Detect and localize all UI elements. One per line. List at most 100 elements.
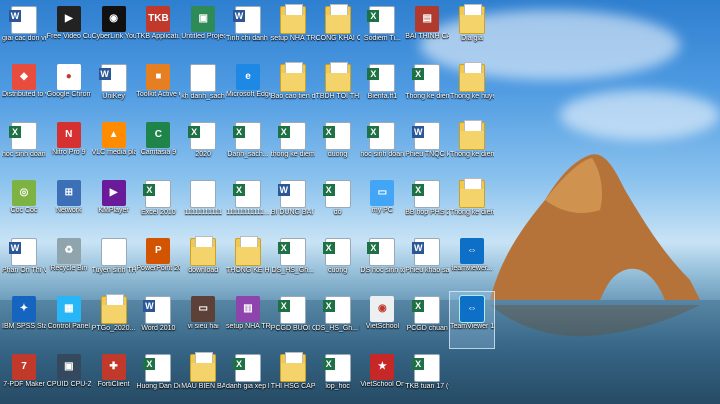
- blank-icon: [100, 238, 127, 266]
- desktop-icon[interactable]: Danh_sach...: [226, 118, 270, 174]
- desktop-icon[interactable]: ▣ CPUID CPU-Z: [47, 350, 91, 404]
- desktop-icon[interactable]: setup NHA TRO 8Z ...: [271, 2, 315, 58]
- desktop-icon[interactable]: BI DUNG BAI THI: [271, 176, 315, 232]
- desktop-icon[interactable]: ⊞ Network: [47, 176, 91, 232]
- desktop-icon[interactable]: Tuyen sinh THPT 2014: [92, 234, 136, 290]
- desktop-icon[interactable]: Tinh chi danh gia k...: [226, 2, 270, 58]
- desktop-icon[interactable]: Phan On Thi Vao L...: [2, 234, 46, 290]
- desktop-icon-label: DS hoc sinh toan truong: [360, 267, 405, 274]
- desktop-icon[interactable]: danh gia xep loai cong c...: [226, 350, 270, 404]
- desktop-icon[interactable]: ▶ KMPlayer: [92, 176, 136, 232]
- desktop-icon[interactable]: Bienfa.ff1: [360, 60, 404, 116]
- desktop-icon[interactable]: ▣ Untitled Project: [181, 2, 225, 58]
- desktop-icon-label: PTGo_2020...: [91, 325, 136, 332]
- desktop-icon-label: Excel 2010: [141, 209, 176, 216]
- desktop-icon[interactable]: TKB tuan 17 (tam on): [405, 350, 449, 404]
- desktop-icon[interactable]: ▲VLC media player: [92, 118, 136, 174]
- desktop-icon-label: Tinh chi danh gia k...: [226, 35, 270, 42]
- desktop-icon[interactable]: ▤BAI THINH CAI LU PH...: [405, 2, 449, 58]
- desktop-icon[interactable]: do: [316, 176, 360, 232]
- desktop-icon[interactable]: Phieu khao sat: [405, 234, 449, 290]
- xls-icon: [412, 296, 441, 324]
- desktop-icon[interactable]: ▶Free Video Cutter: [47, 2, 91, 58]
- desktop-icon[interactable]: PTGo_2020...: [92, 292, 136, 348]
- xls-icon: [412, 64, 441, 92]
- desktop-icon[interactable]: PPowerPoint 2010: [136, 234, 180, 290]
- desktop-icon[interactable]: DS hoc sinh toan truong: [360, 234, 404, 290]
- app-icon: ▭: [370, 180, 395, 206]
- desktop-icon[interactable]: ✦IBM SPSS Statistics 20: [2, 292, 46, 348]
- desktop-icon[interactable]: hoc sinh doan thuong: [360, 118, 404, 174]
- desktop-icon[interactable]: C Camtasia 9: [136, 118, 180, 174]
- app-icon: ⇔: [460, 238, 484, 264]
- xls-icon: [367, 6, 396, 34]
- desktop-icon[interactable]: Huong Dan Do Chong ...: [136, 350, 180, 404]
- desktop-icon[interactable]: e Microsoft Edge: [226, 60, 270, 116]
- desktop-icon[interactable]: Thong ke diem cua...: [450, 118, 494, 174]
- desktop-icon[interactable]: ▦ Control Panel: [47, 292, 91, 348]
- desktop-icon[interactable]: thong ke diem danh: [271, 118, 315, 174]
- desktop-icon[interactable]: duong: [316, 118, 360, 174]
- desktop-icon-label: Free Video Cutter: [46, 33, 91, 40]
- desktop-icon-label: FortiClient: [97, 381, 130, 388]
- desktop-icon[interactable]: UniKey: [92, 60, 136, 116]
- desktop-icon[interactable]: ♻ Recycle Bin: [47, 234, 91, 290]
- desktop-icon[interactable]: PCGD chuan: [405, 292, 449, 348]
- desktop-icon[interactable]: DS_HS_Gh...: [271, 234, 315, 290]
- desktop-icon[interactable]: download: [181, 234, 225, 290]
- desktop-icon[interactable]: ◆Distributed to va AnyDesk: [2, 60, 46, 116]
- desktop-icon[interactable]: Sodiem Ti...: [360, 2, 404, 58]
- desktop-icon[interactable]: ●Google Chrome: [47, 60, 91, 116]
- xls-icon: [233, 180, 261, 208]
- xls-icon: [277, 122, 306, 150]
- desktop-icon[interactable]: TBDH TOI THIEU: [316, 60, 360, 116]
- desktop-icon[interactable]: 11111111111...: [226, 176, 270, 232]
- desktop-icon[interactable]: 11111111111: [181, 176, 225, 232]
- desktop-icon[interactable]: giai cac don vi: [2, 2, 46, 58]
- desktop-icon[interactable]: hoc sinh doan thanh: [2, 118, 46, 174]
- desktop-icon[interactable]: 2020: [181, 118, 225, 174]
- desktop-icon[interactable]: lop_hoc: [316, 350, 360, 404]
- desktop-icon[interactable]: Excel 2010: [136, 176, 180, 232]
- desktop-icon-label: cuong: [328, 267, 348, 274]
- desktop-icon-label: Phan On Thi Vao L...: [2, 267, 46, 274]
- desktop-icon[interactable]: Dia gia: [450, 2, 494, 58]
- folder-icon: [459, 62, 485, 92]
- desktop-icon[interactable]: Bao cao tien do chuon...: [271, 60, 315, 116]
- desktop-icon[interactable]: BB hop PHS 2...: [405, 176, 449, 232]
- desktop-icon[interactable]: ⇔ teamviewer...: [450, 234, 494, 290]
- desktop-icon[interactable]: ▥setup NHA TRO 8Z: [226, 292, 270, 348]
- desktop-icon[interactable]: THI HSG CAP TRUONG: [271, 350, 315, 404]
- desktop-icon[interactable]: Thong ke huyen Ba Be: [450, 60, 494, 116]
- desktop-icon-label: hoc sinh doan thanh: [2, 151, 46, 158]
- desktop-icon[interactable]: CONG KHAI CHAT LUO...: [316, 2, 360, 58]
- desktop-icon[interactable]: ▭ vi sieu hai: [181, 292, 225, 348]
- desktop-icon[interactable]: Thong ke diem cho...: [450, 176, 494, 232]
- desktop-icon[interactable]: ✚ FortiClient: [92, 350, 136, 404]
- desktop-icon-label: Bao cao tien do chuon...: [270, 93, 315, 100]
- desktop-icon[interactable]: PCGD BUOI CHIEU: [271, 292, 315, 348]
- desktop-icon-label: 2020: [195, 151, 211, 158]
- desktop-icon[interactable]: N Nitro Pro 9: [47, 118, 91, 174]
- desktop-icon[interactable]: ⇔ TeamViewer 14: [449, 291, 495, 349]
- desktop-icon[interactable]: kh danh_sach...: [181, 60, 225, 116]
- desktop-icon-label: PCGD chuan: [406, 325, 448, 332]
- desktop-icon[interactable]: Word 2010: [136, 292, 180, 348]
- desktop-icon[interactable]: 7 7-PDF Maker: [2, 350, 46, 404]
- desktop-icon[interactable]: MAU BIEN BAN: [181, 350, 225, 404]
- app-icon: ◆: [12, 64, 36, 90]
- desktop-icon[interactable]: ◎ Coc Coc: [2, 176, 46, 232]
- desktop-icon[interactable]: ★VietSchool Online: [360, 350, 404, 404]
- desktop-icon[interactable]: ■Toolkit Active Office: [136, 60, 180, 116]
- desktop-icon[interactable]: ◉ VietSchool: [360, 292, 404, 348]
- desktop-icon[interactable]: Thong ke diem danh: [405, 60, 449, 116]
- desktop-icon-label: Bienfa.ff1: [367, 93, 398, 100]
- folder-icon: [235, 236, 261, 266]
- desktop-icon[interactable]: DS_HS_Gh... (1): [316, 292, 360, 348]
- desktop-icon[interactable]: ◉CyberLink YouCam 6: [92, 2, 136, 58]
- desktop-icon[interactable]: Phieu TNQC khai LI KNO: [405, 118, 449, 174]
- desktop-icon[interactable]: ▭ my PC: [360, 176, 404, 232]
- desktop-icon[interactable]: THONG KE HO SO TH...: [226, 234, 270, 290]
- desktop-icon[interactable]: TKB TKB Applicati...: [136, 2, 180, 58]
- desktop-icon[interactable]: cuong: [316, 234, 360, 290]
